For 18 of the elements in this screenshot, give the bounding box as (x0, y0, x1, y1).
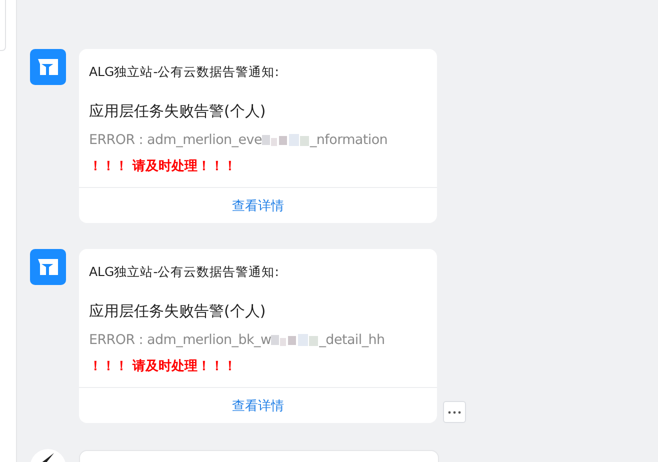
view-details-link[interactable]: 查看详情 (79, 387, 437, 423)
alert-title: ALG独立站-公有云数据告警通知: (89, 263, 280, 281)
error-text: _nformation (310, 131, 388, 150)
more-icon (448, 410, 461, 414)
error-text: ERROR : adm_merlion_bk_w (89, 331, 272, 350)
app-logo-icon (30, 49, 66, 85)
more-button[interactable] (443, 401, 466, 423)
warning-text: ！！！ 请及时处理！！！ (89, 158, 238, 176)
error-text: ERROR : adm_merlion_eve (89, 131, 262, 150)
warning-text: ！！！ 请及时处理！！！ (89, 358, 238, 376)
alert-heading: 应用层任务失败告警(个人) (89, 101, 267, 122)
redacted-text-icon (271, 332, 320, 348)
app-logo-icon (30, 249, 66, 285)
error-text: _detail_hh (319, 331, 385, 350)
alert-heading: 应用层任务失败告警(个人) (89, 301, 267, 322)
alert-title: ALG独立站-公有云数据告警通知: (89, 63, 280, 81)
view-details-link[interactable]: 查看详情 (79, 187, 437, 223)
redacted-text-icon (262, 132, 310, 148)
